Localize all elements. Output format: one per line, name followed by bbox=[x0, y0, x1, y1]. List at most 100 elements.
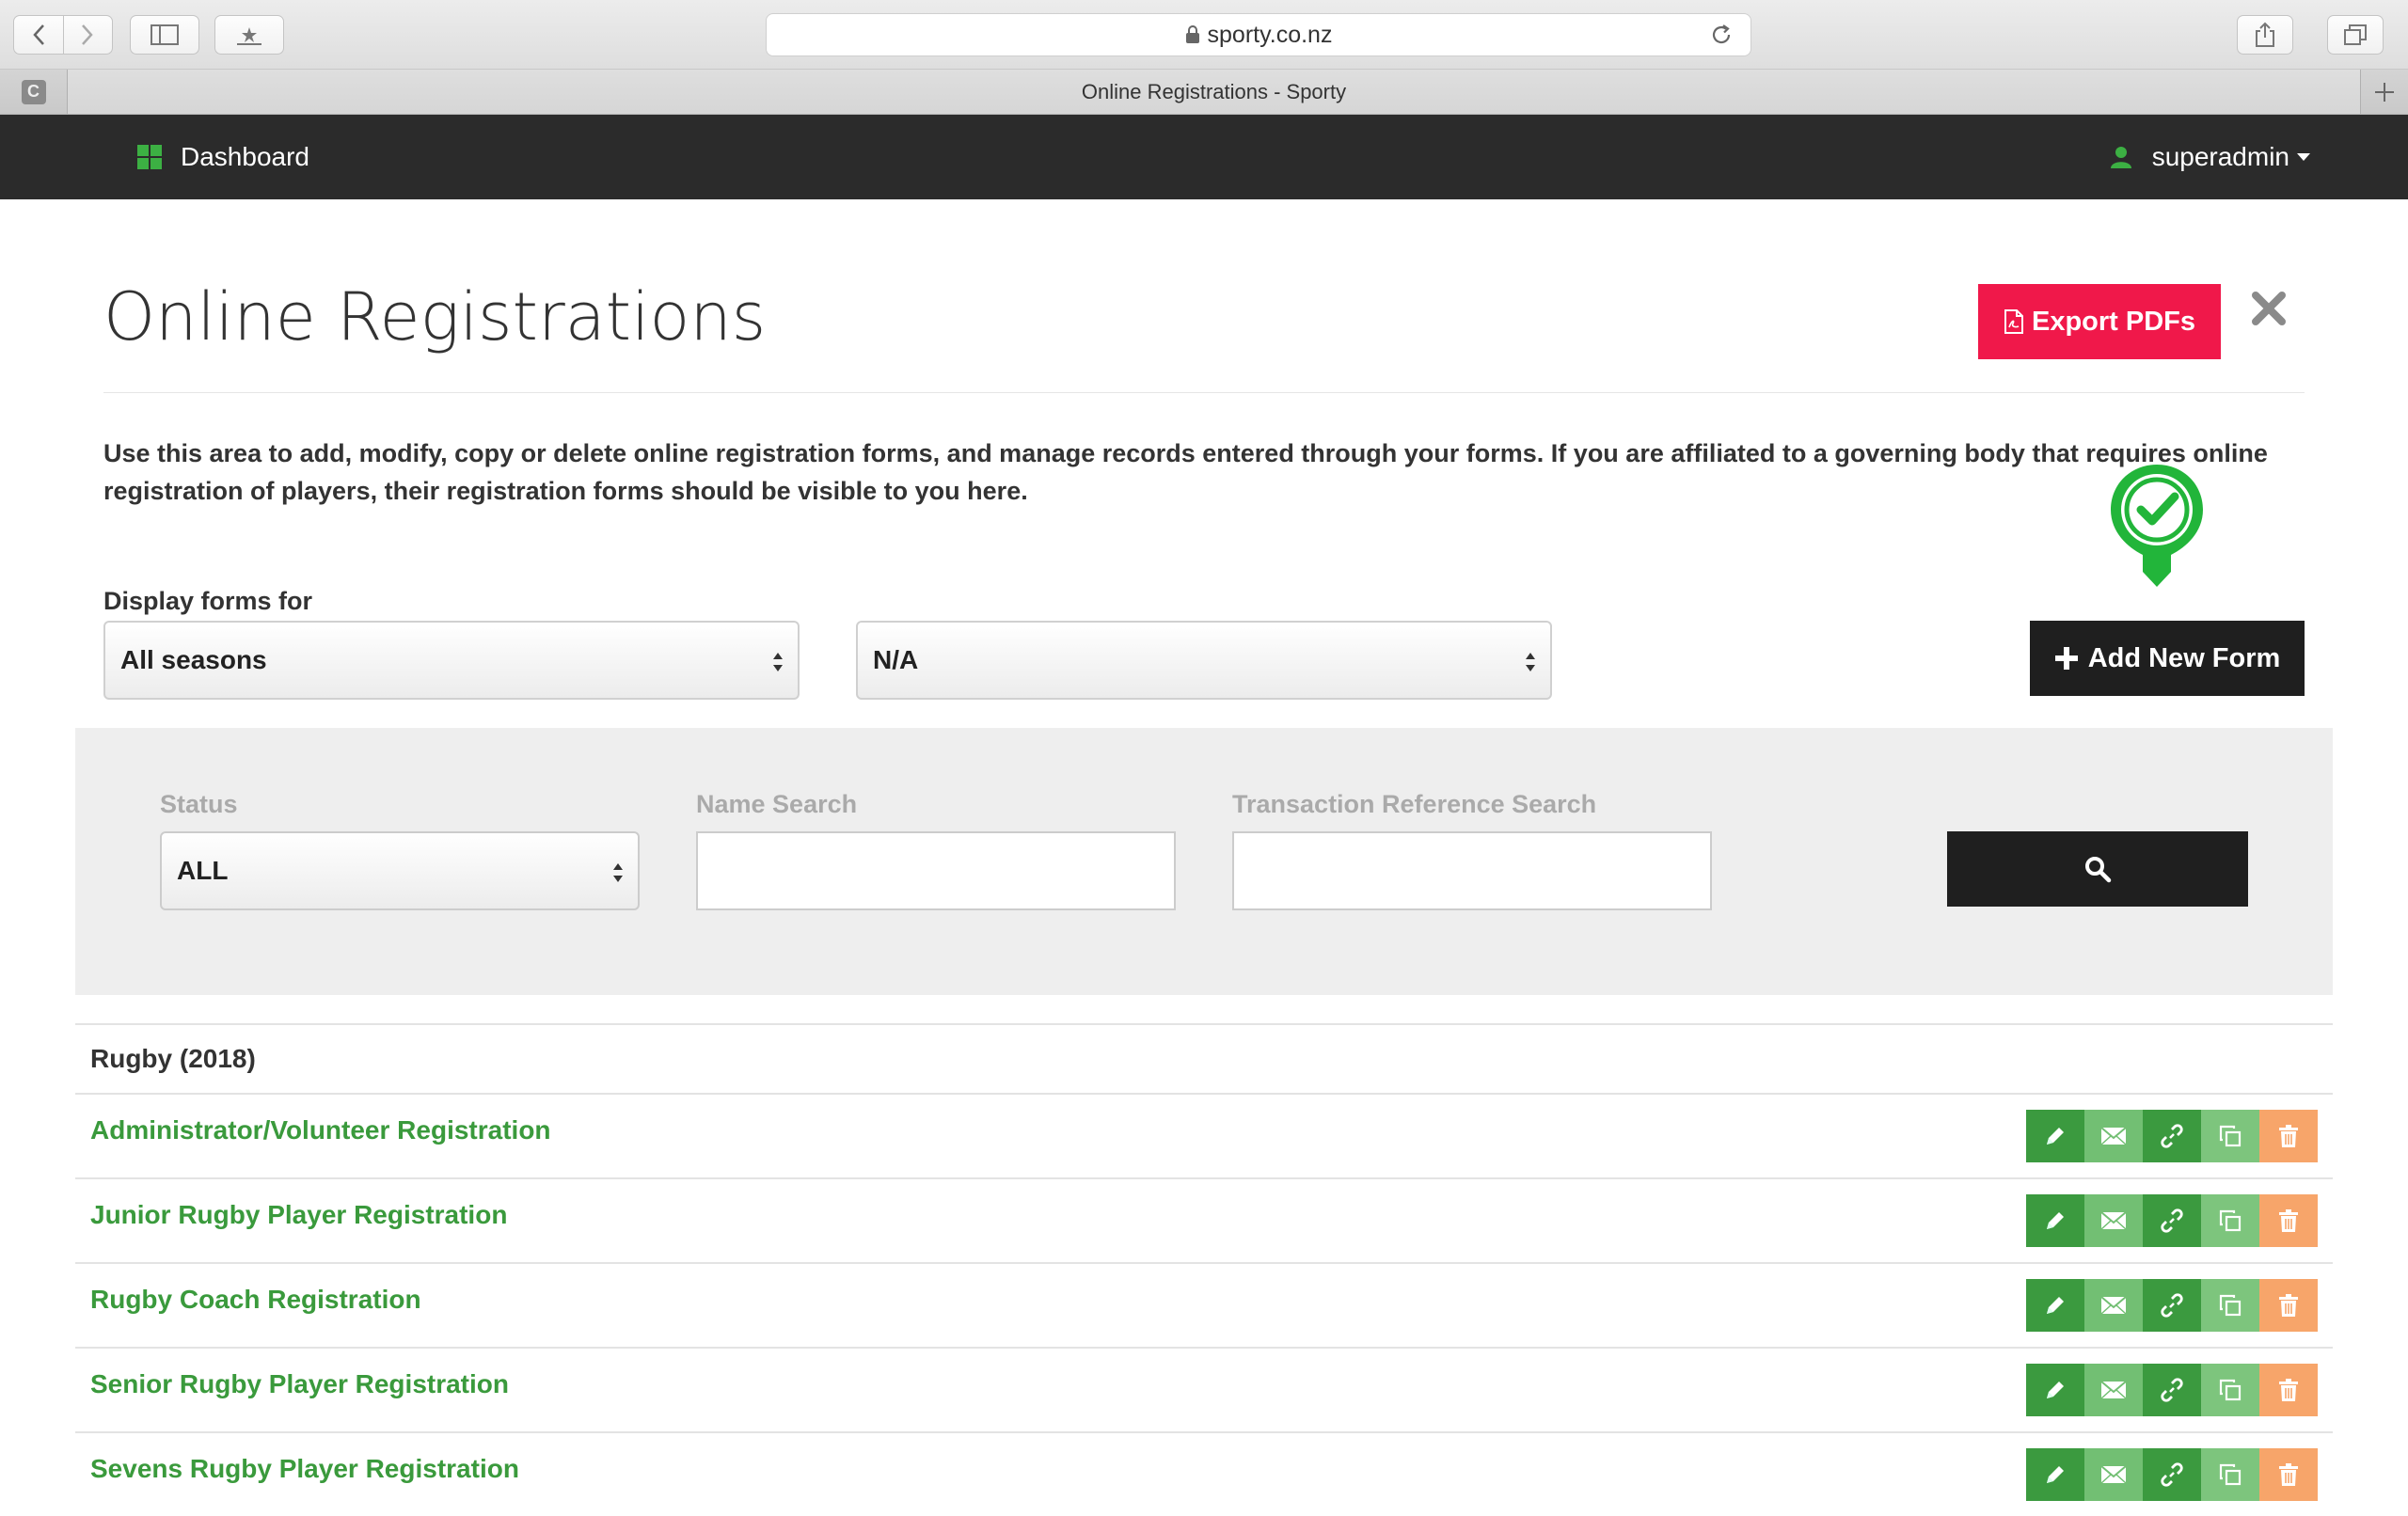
share-button[interactable] bbox=[2237, 15, 2293, 55]
bookmarks-button[interactable] bbox=[214, 15, 284, 55]
form-row: Administrator/Volunteer Registration bbox=[75, 1093, 2333, 1177]
pencil-icon bbox=[2047, 1382, 2064, 1398]
search-button[interactable] bbox=[1947, 831, 2248, 907]
sidebar-button[interactable] bbox=[130, 15, 199, 55]
active-tab[interactable]: Online Registrations - Sporty bbox=[68, 70, 2361, 114]
plus-icon bbox=[2375, 82, 2394, 102]
tabs-icon bbox=[2344, 24, 2367, 45]
form-name-link[interactable]: Sevens Rugby Player Registration bbox=[90, 1454, 519, 1484]
pencil-icon bbox=[2047, 1297, 2064, 1314]
trash-icon bbox=[2279, 1379, 2298, 1401]
close-button[interactable] bbox=[2248, 288, 2289, 329]
plus-icon bbox=[2054, 647, 2078, 670]
delete-button[interactable] bbox=[2259, 1364, 2318, 1416]
pencil-icon bbox=[2047, 1466, 2064, 1483]
name-search-label: Name Search bbox=[696, 790, 858, 818]
status-label: Status bbox=[160, 790, 238, 818]
link-button[interactable] bbox=[2143, 1110, 2201, 1162]
copy-button[interactable] bbox=[2201, 1110, 2259, 1162]
secondary-select-value: N/A bbox=[873, 645, 919, 674]
export-pdfs-button[interactable]: Export PDFs bbox=[1978, 284, 2221, 359]
forward-button[interactable] bbox=[62, 16, 112, 54]
link-button[interactable] bbox=[2143, 1448, 2201, 1501]
link-icon bbox=[2161, 1208, 2183, 1233]
tabs-overview-button[interactable] bbox=[2327, 15, 2384, 55]
trash-icon bbox=[2279, 1209, 2298, 1232]
email-button[interactable] bbox=[2084, 1279, 2143, 1332]
pencil-icon bbox=[2047, 1128, 2064, 1145]
delete-button[interactable] bbox=[2259, 1194, 2318, 1247]
email-button[interactable] bbox=[2084, 1110, 2143, 1162]
sidebar-icon bbox=[150, 24, 179, 45]
envelope-icon bbox=[2100, 1127, 2127, 1145]
form-name-link[interactable]: Junior Rugby Player Registration bbox=[90, 1200, 507, 1230]
history-nav bbox=[13, 15, 113, 55]
email-button[interactable] bbox=[2084, 1448, 2143, 1501]
select-arrows-icon bbox=[1526, 653, 1535, 671]
pencil-icon bbox=[2047, 1212, 2064, 1229]
select-arrows-icon bbox=[613, 863, 623, 882]
copy-icon bbox=[2219, 1463, 2242, 1486]
edit-button[interactable] bbox=[2026, 1194, 2084, 1247]
form-name-link[interactable]: Rugby Coach Registration bbox=[90, 1285, 421, 1315]
back-button[interactable] bbox=[14, 16, 63, 54]
dashboard-icon bbox=[137, 145, 162, 169]
name-search-input[interactable] bbox=[696, 831, 1176, 910]
address-bar[interactable]: sporty.co.nz bbox=[766, 13, 1751, 56]
chevron-right-icon bbox=[82, 24, 94, 45]
add-new-form-button[interactable]: Add New Form bbox=[2030, 621, 2305, 696]
add-new-form-label: Add New Form bbox=[2087, 642, 2281, 673]
status-select[interactable]: ALL bbox=[160, 831, 640, 910]
edit-button[interactable] bbox=[2026, 1448, 2084, 1501]
email-button[interactable] bbox=[2084, 1194, 2143, 1247]
chevron-left-icon bbox=[33, 24, 44, 45]
user-menu[interactable]: superadmin bbox=[2110, 115, 2310, 199]
display-forms-label: Display forms for bbox=[103, 587, 313, 615]
dashboard-link[interactable]: Dashboard bbox=[137, 115, 309, 199]
link-icon bbox=[2161, 1462, 2183, 1487]
form-actions bbox=[2026, 1364, 2318, 1416]
trash-icon bbox=[2279, 1463, 2298, 1486]
export-pdfs-label: Export PDFs bbox=[2031, 306, 2196, 337]
form-row: Senior Rugby Player Registration bbox=[75, 1347, 2333, 1431]
form-actions bbox=[2026, 1194, 2318, 1247]
form-name-link[interactable]: Senior Rugby Player Registration bbox=[90, 1369, 509, 1399]
link-icon bbox=[2161, 1293, 2183, 1318]
envelope-icon bbox=[2100, 1296, 2127, 1315]
user-name: superadmin bbox=[2151, 142, 2289, 171]
page-title: Online Registrations bbox=[103, 278, 767, 355]
link-button[interactable] bbox=[2143, 1364, 2201, 1416]
transaction-search-input[interactable] bbox=[1232, 831, 1712, 910]
delete-button[interactable] bbox=[2259, 1110, 2318, 1162]
app-navbar: Dashboard superadmin bbox=[0, 115, 2408, 199]
delete-button[interactable] bbox=[2259, 1448, 2318, 1501]
pinned-tab-badge: C bbox=[21, 79, 46, 104]
copy-button[interactable] bbox=[2201, 1364, 2259, 1416]
status-select-value: ALL bbox=[177, 856, 229, 885]
link-button[interactable] bbox=[2143, 1279, 2201, 1332]
reload-icon[interactable] bbox=[1709, 23, 1734, 47]
link-button[interactable] bbox=[2143, 1194, 2201, 1247]
delete-button[interactable] bbox=[2259, 1279, 2318, 1332]
trash-icon bbox=[2279, 1125, 2298, 1147]
copy-button[interactable] bbox=[2201, 1448, 2259, 1501]
email-button[interactable] bbox=[2084, 1364, 2143, 1416]
form-name-link[interactable]: Administrator/Volunteer Registration bbox=[90, 1115, 551, 1145]
new-tab-button[interactable] bbox=[2361, 70, 2408, 114]
edit-button[interactable] bbox=[2026, 1364, 2084, 1416]
edit-button[interactable] bbox=[2026, 1279, 2084, 1332]
header-divider bbox=[103, 392, 2305, 393]
envelope-icon bbox=[2100, 1211, 2127, 1230]
copy-button[interactable] bbox=[2201, 1194, 2259, 1247]
pinned-tab[interactable]: C bbox=[0, 70, 68, 114]
season-select-value: All seasons bbox=[120, 645, 267, 674]
copy-icon bbox=[2219, 1209, 2242, 1232]
copy-icon bbox=[2219, 1294, 2242, 1317]
secondary-select[interactable]: N/A bbox=[856, 621, 1552, 700]
copy-button[interactable] bbox=[2201, 1279, 2259, 1332]
edit-button[interactable] bbox=[2026, 1110, 2084, 1162]
link-icon bbox=[2161, 1124, 2183, 1148]
check-marker-icon bbox=[2111, 465, 2203, 587]
season-select[interactable]: All seasons bbox=[103, 621, 800, 700]
form-row: Rugby Coach Registration bbox=[75, 1262, 2333, 1347]
